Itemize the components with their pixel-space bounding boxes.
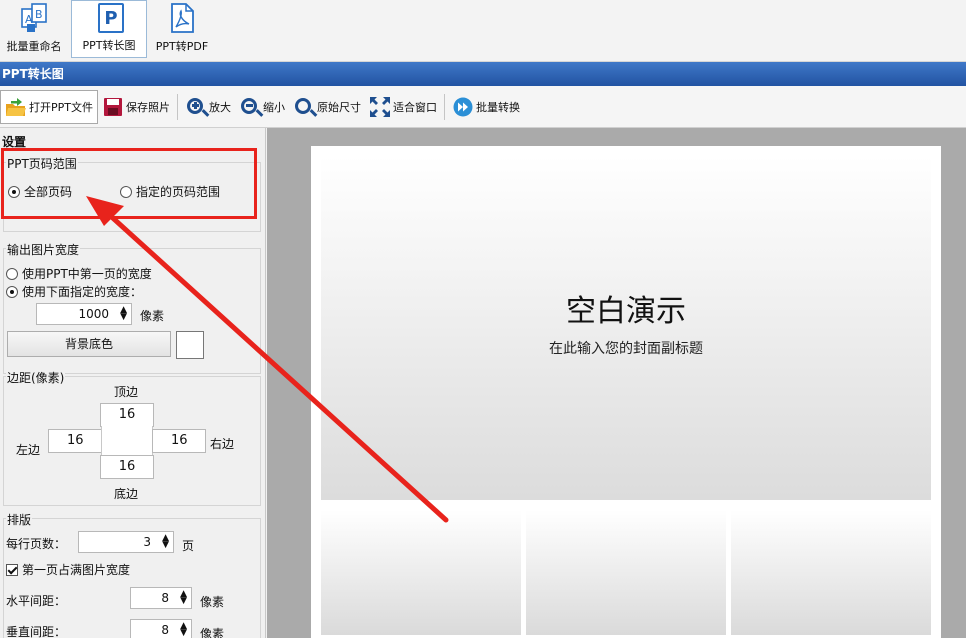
top-margin-label: 顶边 (114, 385, 139, 399)
slide-thumbnail (731, 510, 931, 635)
save-image-label: 保存照片 (126, 100, 170, 114)
horizontal-gap-unit: 像素 (200, 595, 225, 609)
ribbon-label: PPT转长图 (82, 39, 136, 52)
spinner-arrows-icon[interactable]: ▲ ▼ (180, 622, 187, 638)
batch-convert-label: 批量转换 (476, 100, 520, 114)
horizontal-gap-spinner[interactable]: 8 ▲ ▼ (130, 587, 192, 609)
radio-dot (6, 285, 18, 298)
radio-use-specified-width[interactable]: 使用下面指定的宽度： (6, 283, 142, 300)
layout-legend: 排版 (6, 511, 33, 528)
first-page-full-width-checkbox[interactable]: 第一页占满图片宽度 (6, 561, 130, 578)
batch-convert-button[interactable]: 批量转换 (448, 90, 524, 124)
output-width-group: 输出图片宽度 使用PPT中第一页的宽度 使用下面指定的宽度： 1000 ▲ ▼ 像… (3, 241, 261, 374)
magnifier-icon (293, 96, 315, 118)
ribbon-label: 批量重命名 (6, 40, 62, 53)
svg-text:B: B (35, 8, 43, 21)
highlight-annotation-box (1, 148, 257, 219)
slide-title: 空白演示 (566, 294, 686, 329)
ribbon-label: PPT转PDF (155, 40, 209, 53)
zoom-in-button[interactable]: 放大 (181, 90, 235, 124)
fit-window-button[interactable]: 适合窗口 (365, 90, 441, 124)
zoom-in-label: 放大 (209, 100, 231, 114)
horizontal-gap-label: 水平间距： (6, 594, 67, 608)
per-row-value: 3 (143, 535, 151, 549)
left-margin-input[interactable]: 16 (48, 429, 102, 453)
open-ppt-label: 打开PPT文件 (29, 100, 93, 114)
zoom-out-label: 缩小 (263, 100, 285, 114)
background-color-swatch[interactable] (176, 331, 204, 359)
margins-legend: 边距(像素) (6, 369, 66, 386)
open-folder-icon (5, 96, 27, 118)
per-row-unit: 页 (182, 539, 195, 553)
fit-window-icon (369, 96, 391, 118)
horizontal-gap-value: 8 (161, 591, 169, 605)
slide-subtitle: 在此输入您的封面副标题 (549, 341, 703, 357)
ribbon-ppt-to-pdf[interactable]: PPT转PDF (150, 0, 214, 58)
zoom-out-button[interactable]: 缩小 (235, 90, 289, 124)
right-margin-label: 右边 (210, 437, 235, 451)
vertical-gap-unit: 像素 (200, 627, 225, 638)
save-icon (102, 96, 124, 118)
checkbox-box (6, 563, 18, 576)
panel-title-bar: PPT转长图 (0, 62, 966, 86)
slide-cover: 空白演示 在此输入您的封面副标题 (321, 156, 931, 500)
right-margin-input[interactable]: 16 (152, 429, 206, 453)
toolbar-separator (444, 93, 445, 120)
ribbon: A B 批量重命名 P PPT转长图 PPT转PDF (0, 0, 966, 62)
slide-thumbnail (321, 510, 521, 635)
radio-use-first-label: 使用PPT中第一页的宽度 (22, 267, 152, 281)
first-page-full-label: 第一页占满图片宽度 (22, 563, 131, 577)
long-image-page: 空白演示 在此输入您的封面副标题 (311, 146, 941, 638)
spinner-arrows-icon[interactable]: ▲ ▼ (162, 534, 169, 550)
rename-docs-icon: A B (19, 2, 49, 34)
toolbar-separator (177, 93, 178, 120)
width-value: 1000 (78, 307, 109, 321)
top-margin-input[interactable]: 16 (100, 403, 154, 427)
toolbar: 打开PPT文件 保存照片 放大 缩小 原始尺寸 适合窗口 批量转换 (0, 86, 966, 128)
margin-center-area (101, 426, 153, 455)
save-image-button[interactable]: 保存照片 (98, 90, 174, 124)
slide-thumbnail (526, 510, 726, 635)
width-spinner[interactable]: 1000 ▲ ▼ (36, 303, 132, 325)
layout-group: 排版 每行页数： 3 ▲ ▼ 页 第一页占满图片宽度 水平间距： 8 ▲ ▼ 像素 … (3, 511, 261, 638)
preview-area[interactable]: 空白演示 在此输入您的封面副标题 (267, 128, 966, 638)
vertical-gap-label: 垂直间距： (6, 625, 67, 638)
pdf-icon (167, 2, 197, 34)
vertical-gap-value: 8 (161, 623, 169, 637)
left-margin-label: 左边 (16, 443, 41, 457)
original-size-button[interactable]: 原始尺寸 (289, 90, 365, 124)
spinner-arrows-icon[interactable]: ▲ ▼ (180, 590, 187, 606)
background-color-button[interactable]: 背景底色 (7, 331, 171, 357)
per-row-spinner[interactable]: 3 ▲ ▼ (78, 531, 174, 553)
bottom-margin-input[interactable]: 16 (100, 455, 154, 479)
fit-window-label: 适合窗口 (393, 100, 437, 114)
fast-forward-icon (452, 96, 474, 118)
per-row-label: 每行页数： (6, 537, 67, 551)
original-size-label: 原始尺寸 (317, 100, 361, 114)
radio-dot (6, 267, 18, 280)
ppt-icon: P (94, 1, 124, 33)
width-unit: 像素 (140, 309, 165, 323)
bottom-margin-label: 底边 (114, 487, 139, 501)
vertical-gap-spinner[interactable]: 8 ▲ ▼ (130, 619, 192, 638)
zoom-out-icon (239, 96, 261, 118)
zoom-in-icon (185, 96, 207, 118)
output-width-legend: 输出图片宽度 (6, 241, 81, 258)
radio-use-below-label: 使用下面指定的宽度： (22, 285, 143, 299)
radio-use-first-page-width[interactable]: 使用PPT中第一页的宽度 (6, 265, 152, 282)
spinner-arrows-icon[interactable]: ▲ ▼ (120, 306, 127, 322)
ribbon-ppt-to-long-image[interactable]: P PPT转长图 (71, 0, 147, 58)
margins-group: 边距(像素) 顶边 16 左边 16 16 右边 16 底边 (3, 369, 261, 506)
ribbon-batch-rename[interactable]: A B 批量重命名 (0, 0, 68, 58)
open-ppt-button[interactable]: 打开PPT文件 (0, 89, 98, 124)
